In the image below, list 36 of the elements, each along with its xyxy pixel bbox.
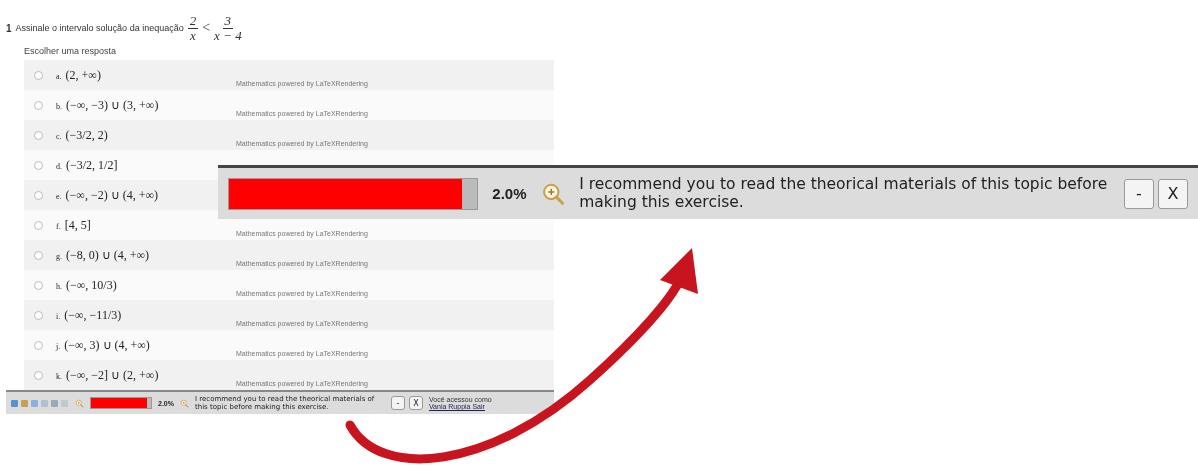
minimize-button[interactable]: - bbox=[390, 396, 405, 411]
radio-button[interactable] bbox=[34, 280, 43, 290]
recommendation-text: I recommend you to read the theorical materials of this topic before making this exercise. bbox=[579, 175, 1109, 212]
radio-button[interactable] bbox=[34, 220, 43, 230]
radio-button[interactable] bbox=[34, 130, 43, 140]
radio-button[interactable] bbox=[34, 160, 43, 170]
answer-option[interactable]: e. (−∞, −2) ∪ (4, +∞) bbox=[56, 187, 158, 203]
radio-button[interactable] bbox=[34, 340, 43, 350]
fraction: 2 x bbox=[187, 14, 199, 43]
answer-option[interactable]: g. (−8, 0) ∪ (4, +∞) bbox=[56, 247, 150, 263]
minimize-button[interactable]: - bbox=[1124, 178, 1154, 209]
answer-option[interactable]: j. (−∞, 3) ∪ (4, +∞) bbox=[56, 337, 150, 353]
answer-option[interactable]: k. (−∞, −2] ∪ (2, +∞) bbox=[56, 367, 159, 383]
question-text: Assinale o intervalo solução da inequação bbox=[15, 23, 184, 34]
answer-option[interactable]: c. (−3/2, 2) bbox=[56, 127, 108, 143]
question-number: 1 bbox=[6, 22, 12, 34]
radio-button[interactable] bbox=[34, 370, 43, 380]
zoom-icon[interactable] bbox=[179, 398, 189, 408]
radio-button[interactable] bbox=[34, 190, 43, 200]
zoom-icon[interactable] bbox=[75, 398, 84, 408]
answer-option[interactable]: h. (−∞, 10/3) bbox=[56, 277, 117, 293]
progress-percent: 2.0% bbox=[492, 185, 527, 202]
less-than-sign: < bbox=[202, 20, 211, 37]
answer-option[interactable]: a. (2, +∞) bbox=[56, 67, 101, 83]
radio-button[interactable] bbox=[34, 70, 43, 80]
radio-button[interactable] bbox=[34, 250, 43, 260]
answer-option[interactable]: d. (−3/2, 1/2] bbox=[56, 157, 118, 173]
fraction: 3 x − 4 bbox=[214, 14, 242, 43]
answer-option[interactable]: b. (−∞, −3) ∪ (3, +∞) bbox=[56, 97, 159, 113]
answer-prompt: Escolher uma resposta bbox=[24, 46, 118, 57]
close-button[interactable]: X bbox=[408, 396, 423, 411]
radio-button[interactable] bbox=[34, 310, 43, 320]
answer-option[interactable]: f. [4, 5] bbox=[56, 217, 91, 233]
close-button[interactable]: X bbox=[1158, 178, 1188, 209]
radio-button[interactable] bbox=[34, 100, 43, 110]
answer-option[interactable]: i. (−∞, −11/3) bbox=[56, 307, 122, 323]
